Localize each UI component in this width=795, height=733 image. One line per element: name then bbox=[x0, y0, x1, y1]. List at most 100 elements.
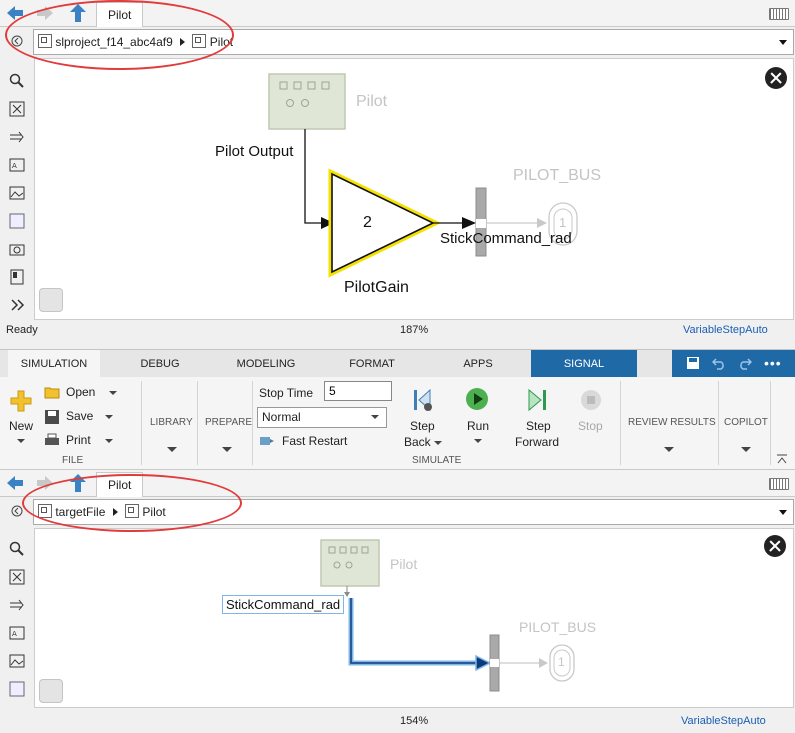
stop-button[interactable]: Stop bbox=[578, 419, 603, 433]
print-dropdown-icon[interactable] bbox=[105, 439, 113, 443]
gain-value: 2 bbox=[363, 214, 372, 231]
open-button[interactable]: Open bbox=[66, 385, 95, 399]
port-label: Pilot Output bbox=[215, 143, 294, 160]
library-label[interactable]: LIBRARY bbox=[150, 417, 193, 428]
zoom-level: 187% bbox=[400, 324, 429, 336]
annotation-icon[interactable]: A bbox=[9, 625, 25, 641]
tab-simulation[interactable]: SIMULATION bbox=[8, 350, 100, 378]
copilot-label[interactable]: COPILOT bbox=[724, 417, 768, 428]
prepare-dropdown-icon[interactable] bbox=[222, 447, 232, 452]
chevron-down-icon[interactable] bbox=[779, 40, 787, 45]
step-back-icon[interactable] bbox=[410, 387, 436, 413]
model-canvas-top[interactable]: Pilot Pilot Output 2 PilotGain StickComm… bbox=[34, 58, 794, 320]
simulation-mode-select[interactable]: Normal bbox=[257, 407, 387, 428]
hide-explorer-icon[interactable] bbox=[11, 505, 23, 517]
review-results-dropdown-icon[interactable] bbox=[664, 447, 674, 452]
divider bbox=[252, 381, 253, 465]
tab-format[interactable]: FORMAT bbox=[340, 350, 404, 378]
keyboard-icon[interactable] bbox=[769, 478, 789, 490]
undo-icon[interactable] bbox=[712, 356, 726, 370]
fit-to-view-icon[interactable] bbox=[9, 569, 25, 585]
ribbon-tab-bar: SIMULATION DEBUG MODELING FORMAT APPS SI… bbox=[0, 349, 795, 378]
divider bbox=[620, 381, 621, 465]
collapse-ribbon-icon[interactable] bbox=[776, 453, 788, 465]
status-bar-top: Ready 187% VariableStepAuto bbox=[0, 320, 795, 340]
arrow-right-icon[interactable] bbox=[9, 597, 25, 613]
signal-label: StickCommand_rad bbox=[440, 230, 572, 247]
fast-restart-button[interactable]: Fast Restart bbox=[282, 434, 347, 448]
step-forward-label-1[interactable]: Step bbox=[526, 419, 551, 433]
ribbon-simulation: New Open Save Print FILE LIBRARY PREPARE… bbox=[0, 377, 795, 470]
outport-label: PILOT_BUS bbox=[519, 619, 597, 635]
area-icon[interactable] bbox=[9, 213, 25, 229]
area-icon[interactable] bbox=[9, 681, 25, 697]
tab-apps[interactable]: APPS bbox=[448, 350, 508, 378]
prepare-label[interactable]: PREPARE bbox=[205, 417, 252, 428]
run-icon[interactable] bbox=[465, 387, 489, 411]
chevron-down-icon[interactable] bbox=[779, 510, 787, 515]
new-dropdown-icon[interactable] bbox=[17, 439, 25, 443]
save-dropdown-icon[interactable] bbox=[105, 415, 113, 419]
svg-text:A: A bbox=[12, 630, 17, 638]
step-back-label-1[interactable]: Step bbox=[410, 419, 435, 433]
more-options-icon[interactable]: ••• bbox=[764, 355, 782, 371]
bookmark-icon[interactable] bbox=[9, 269, 25, 285]
new-plus-icon[interactable] bbox=[9, 389, 33, 413]
outport-label: PILOT_BUS bbox=[513, 167, 602, 184]
outport-number: 1 bbox=[559, 215, 567, 230]
diagram-top bbox=[268, 73, 578, 278]
arrow-right-icon[interactable] bbox=[9, 129, 25, 145]
tab-modeling[interactable]: MODELING bbox=[228, 350, 304, 378]
step-back-dropdown-icon[interactable] bbox=[434, 441, 442, 445]
solver-link[interactable]: VariableStepAuto bbox=[681, 711, 766, 731]
back-arrow-icon[interactable] bbox=[4, 472, 26, 494]
run-dropdown-icon[interactable] bbox=[474, 439, 482, 443]
step-back-label-2[interactable]: Back bbox=[404, 435, 431, 449]
signal-label[interactable]: StickCommand_rad bbox=[222, 595, 345, 614]
new-button[interactable]: New bbox=[9, 419, 33, 433]
palette-toolbar: A bbox=[0, 58, 33, 320]
print-button[interactable]: Print bbox=[66, 433, 91, 447]
chevron-down-icon bbox=[371, 415, 379, 419]
palette-toolbar: A bbox=[0, 528, 33, 708]
file-group-label: FILE bbox=[62, 455, 84, 466]
image-icon[interactable] bbox=[9, 653, 25, 669]
simulation-mode-value: Normal bbox=[262, 410, 301, 424]
model-canvas-bottom[interactable]: Pilot StickCommand_rad 1 PILOT_BUS bbox=[34, 528, 794, 708]
stop-icon[interactable] bbox=[580, 389, 602, 411]
tab-signal[interactable]: SIGNAL bbox=[531, 350, 637, 378]
outport-number: 1 bbox=[558, 655, 565, 669]
library-dropdown-icon[interactable] bbox=[167, 447, 177, 452]
save-disk-icon[interactable] bbox=[44, 409, 60, 425]
review-results-label[interactable]: REVIEW RESULTS bbox=[628, 417, 716, 428]
svg-text:A: A bbox=[12, 162, 17, 170]
keyboard-icon[interactable] bbox=[769, 8, 789, 20]
open-folder-icon[interactable] bbox=[44, 385, 60, 399]
zoom-icon[interactable] bbox=[9, 73, 25, 89]
fast-restart-icon[interactable] bbox=[259, 434, 275, 448]
printer-icon[interactable] bbox=[44, 433, 60, 447]
top-editor: Pilot slproject_f14_abc4af9 Pilot A Pilo… bbox=[0, 0, 795, 345]
open-dropdown-icon[interactable] bbox=[109, 391, 117, 395]
signal-line-pilot-output bbox=[304, 129, 325, 224]
subsystem-label: Pilot bbox=[390, 556, 418, 572]
annotation-icon[interactable]: A bbox=[9, 157, 25, 173]
more-chevrons-icon[interactable] bbox=[9, 297, 25, 313]
fit-to-view-icon[interactable] bbox=[9, 101, 25, 117]
camera-icon[interactable] bbox=[9, 241, 25, 257]
tab-debug[interactable]: DEBUG bbox=[128, 350, 192, 378]
copilot-dropdown-icon[interactable] bbox=[741, 447, 751, 452]
step-forward-icon[interactable] bbox=[524, 387, 550, 413]
save-button[interactable]: Save bbox=[66, 409, 93, 423]
zoom-icon[interactable] bbox=[9, 541, 25, 557]
solver-link[interactable]: VariableStepAuto bbox=[683, 320, 768, 340]
run-button[interactable]: Run bbox=[467, 419, 489, 433]
save-icon[interactable] bbox=[686, 356, 700, 370]
redo-icon[interactable] bbox=[738, 356, 752, 370]
image-icon[interactable] bbox=[9, 185, 25, 201]
simulate-group-label: SIMULATE bbox=[412, 455, 462, 466]
status-bar-bottom: 154% VariableStepAuto bbox=[0, 711, 795, 731]
step-forward-label-2[interactable]: Forward bbox=[515, 435, 559, 449]
status-text: Ready bbox=[6, 324, 38, 336]
stop-time-input[interactable] bbox=[324, 381, 392, 401]
